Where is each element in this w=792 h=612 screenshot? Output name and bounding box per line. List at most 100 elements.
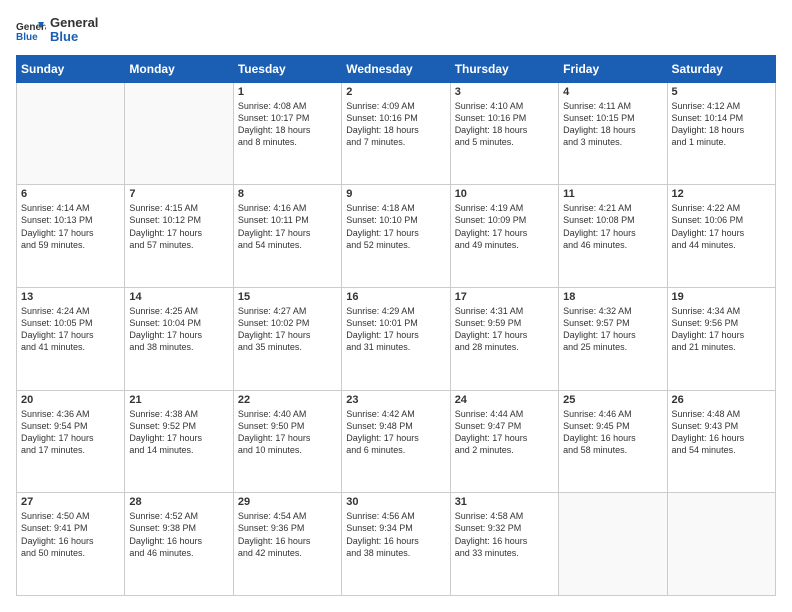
calendar-header-row: SundayMondayTuesdayWednesdayThursdayFrid… [17, 55, 776, 82]
day-number: 5 [672, 86, 771, 98]
day-number: 7 [129, 188, 228, 200]
day-info: Sunrise: 4:14 AM Sunset: 10:13 PM Daylig… [21, 202, 120, 251]
calendar-cell: 26 Sunrise: 4:48 AM Sunset: 9:43 PM Dayli… [667, 390, 775, 493]
calendar-cell: 28Sunrise: 4:52 AM Sunset: 9:38 PM Dayli… [125, 493, 233, 596]
day-number: 11 [563, 188, 662, 200]
calendar-cell: 22 Sunrise: 4:40 AM Sunset: 9:50 PM Dayli… [233, 390, 341, 493]
col-header-tuesday: Tuesday [233, 55, 341, 82]
calendar-cell: 27 Sunrise: 4:50 AM Sunset: 9:41 PM Dayli… [17, 493, 125, 596]
day-info: Sunrise: 4:40 AM Sunset: 9:50 PM Dayligh… [238, 408, 337, 457]
day-number: 3 [455, 86, 554, 98]
calendar-cell: 17Sunrise: 4:31 AM Sunset: 9:59 PM Dayli… [450, 287, 558, 390]
logo-general: General [50, 16, 98, 30]
calendar-cell: 1 Sunrise: 4:08 AM Sunset: 10:17 PM Dayli… [233, 82, 341, 185]
day-info: Sunrise: 4:58 AM Sunset: 9:32 PM Dayligh… [455, 510, 554, 559]
col-header-sunday: Sunday [17, 55, 125, 82]
day-number: 18 [563, 291, 662, 303]
day-number: 8 [238, 188, 337, 200]
day-number: 22 [238, 394, 337, 406]
calendar-cell: 19 Sunrise: 4:34 AM Sunset: 9:56 PM Dayli… [667, 287, 775, 390]
day-number: 23 [346, 394, 445, 406]
calendar-cell: 4Sunrise: 4:11 AM Sunset: 10:15 PM Dayli… [559, 82, 667, 185]
day-number: 13 [21, 291, 120, 303]
calendar-cell: 5 Sunrise: 4:12 AM Sunset: 10:14 PM Dayli… [667, 82, 775, 185]
calendar-cell: 14 Sunrise: 4:25 AM Sunset: 10:04 PM Dayl… [125, 287, 233, 390]
calendar-week-row: 1 Sunrise: 4:08 AM Sunset: 10:17 PM Dayli… [17, 82, 776, 185]
day-info: Sunrise: 4:42 AM Sunset: 9:48 PM Dayligh… [346, 408, 445, 457]
header: General Blue General Blue [16, 16, 776, 45]
day-number: 15 [238, 291, 337, 303]
day-info: Sunrise: 4:15 AM Sunset: 10:12 PM Daylig… [129, 202, 228, 251]
col-header-wednesday: Wednesday [342, 55, 450, 82]
day-info: Sunrise: 4:38 AM Sunset: 9:52 PM Dayligh… [129, 408, 228, 457]
day-info: Sunrise: 4:44 AM Sunset: 9:47 PM Dayligh… [455, 408, 554, 457]
calendar-cell: 29 Sunrise: 4:54 AM Sunset: 9:36 PM Dayli… [233, 493, 341, 596]
day-info: Sunrise: 4:54 AM Sunset: 9:36 PM Dayligh… [238, 510, 337, 559]
calendar-cell: 25Sunrise: 4:46 AM Sunset: 9:45 PM Dayli… [559, 390, 667, 493]
day-number: 10 [455, 188, 554, 200]
day-number: 31 [455, 496, 554, 508]
day-number: 6 [21, 188, 120, 200]
day-number: 1 [238, 86, 337, 98]
day-info: Sunrise: 4:29 AM Sunset: 10:01 PM Daylig… [346, 305, 445, 354]
col-header-monday: Monday [125, 55, 233, 82]
calendar-cell [559, 493, 667, 596]
calendar-cell: 23 Sunrise: 4:42 AM Sunset: 9:48 PM Dayli… [342, 390, 450, 493]
svg-text:Blue: Blue [16, 32, 38, 42]
day-info: Sunrise: 4:48 AM Sunset: 9:43 PM Dayligh… [672, 408, 771, 457]
day-info: Sunrise: 4:27 AM Sunset: 10:02 PM Daylig… [238, 305, 337, 354]
calendar-cell: 11 Sunrise: 4:21 AM Sunset: 10:08 PM Dayl… [559, 185, 667, 288]
calendar-cell: 7 Sunrise: 4:15 AM Sunset: 10:12 PM Dayli… [125, 185, 233, 288]
col-header-saturday: Saturday [667, 55, 775, 82]
calendar-cell: 31 Sunrise: 4:58 AM Sunset: 9:32 PM Dayli… [450, 493, 558, 596]
calendar-cell: 12Sunrise: 4:22 AM Sunset: 10:06 PM Dayl… [667, 185, 775, 288]
calendar-cell: 6 Sunrise: 4:14 AM Sunset: 10:13 PM Dayli… [17, 185, 125, 288]
calendar-cell: 24Sunrise: 4:44 AM Sunset: 9:47 PM Dayli… [450, 390, 558, 493]
calendar-week-row: 13 Sunrise: 4:24 AM Sunset: 10:05 PM Dayl… [17, 287, 776, 390]
day-number: 30 [346, 496, 445, 508]
calendar-cell: 21 Sunrise: 4:38 AM Sunset: 9:52 PM Dayli… [125, 390, 233, 493]
day-number: 29 [238, 496, 337, 508]
day-number: 21 [129, 394, 228, 406]
logo-blue: Blue [50, 30, 98, 44]
day-info: Sunrise: 4:34 AM Sunset: 9:56 PM Dayligh… [672, 305, 771, 354]
col-header-thursday: Thursday [450, 55, 558, 82]
calendar-cell: 3 Sunrise: 4:10 AM Sunset: 10:16 PM Dayli… [450, 82, 558, 185]
day-info: Sunrise: 4:09 AM Sunset: 10:16 PM Daylig… [346, 100, 445, 149]
calendar-cell: 18Sunrise: 4:32 AM Sunset: 9:57 PM Dayli… [559, 287, 667, 390]
calendar-table: SundayMondayTuesdayWednesdayThursdayFrid… [16, 55, 776, 596]
day-info: Sunrise: 4:21 AM Sunset: 10:08 PM Daylig… [563, 202, 662, 251]
day-info: Sunrise: 4:19 AM Sunset: 10:09 PM Daylig… [455, 202, 554, 251]
day-number: 28 [129, 496, 228, 508]
calendar-cell: 30 Sunrise: 4:56 AM Sunset: 9:34 PM Dayli… [342, 493, 450, 596]
day-info: Sunrise: 4:08 AM Sunset: 10:17 PM Daylig… [238, 100, 337, 149]
day-info: Sunrise: 4:56 AM Sunset: 9:34 PM Dayligh… [346, 510, 445, 559]
calendar-cell: 13 Sunrise: 4:24 AM Sunset: 10:05 PM Dayl… [17, 287, 125, 390]
day-info: Sunrise: 4:46 AM Sunset: 9:45 PM Dayligh… [563, 408, 662, 457]
day-number: 2 [346, 86, 445, 98]
day-info: Sunrise: 4:16 AM Sunset: 10:11 PM Daylig… [238, 202, 337, 251]
day-info: Sunrise: 4:12 AM Sunset: 10:14 PM Daylig… [672, 100, 771, 149]
day-info: Sunrise: 4:24 AM Sunset: 10:05 PM Daylig… [21, 305, 120, 354]
day-number: 14 [129, 291, 228, 303]
calendar-week-row: 6 Sunrise: 4:14 AM Sunset: 10:13 PM Dayli… [17, 185, 776, 288]
day-info: Sunrise: 4:25 AM Sunset: 10:04 PM Daylig… [129, 305, 228, 354]
logo: General Blue General Blue [16, 16, 98, 45]
calendar-week-row: 20Sunrise: 4:36 AM Sunset: 9:54 PM Dayli… [17, 390, 776, 493]
day-info: Sunrise: 4:10 AM Sunset: 10:16 PM Daylig… [455, 100, 554, 149]
day-number: 27 [21, 496, 120, 508]
day-number: 9 [346, 188, 445, 200]
logo-icon: General Blue [16, 18, 46, 42]
calendar-cell: 8 Sunrise: 4:16 AM Sunset: 10:11 PM Dayli… [233, 185, 341, 288]
calendar-cell: 16Sunrise: 4:29 AM Sunset: 10:01 PM Dayl… [342, 287, 450, 390]
day-number: 19 [672, 291, 771, 303]
day-info: Sunrise: 4:36 AM Sunset: 9:54 PM Dayligh… [21, 408, 120, 457]
calendar-cell: 20Sunrise: 4:36 AM Sunset: 9:54 PM Dayli… [17, 390, 125, 493]
day-number: 17 [455, 291, 554, 303]
calendar-cell [667, 493, 775, 596]
day-number: 26 [672, 394, 771, 406]
calendar-week-row: 27 Sunrise: 4:50 AM Sunset: 9:41 PM Dayli… [17, 493, 776, 596]
calendar-cell: 10 Sunrise: 4:19 AM Sunset: 10:09 PM Dayl… [450, 185, 558, 288]
day-number: 4 [563, 86, 662, 98]
day-info: Sunrise: 4:50 AM Sunset: 9:41 PM Dayligh… [21, 510, 120, 559]
